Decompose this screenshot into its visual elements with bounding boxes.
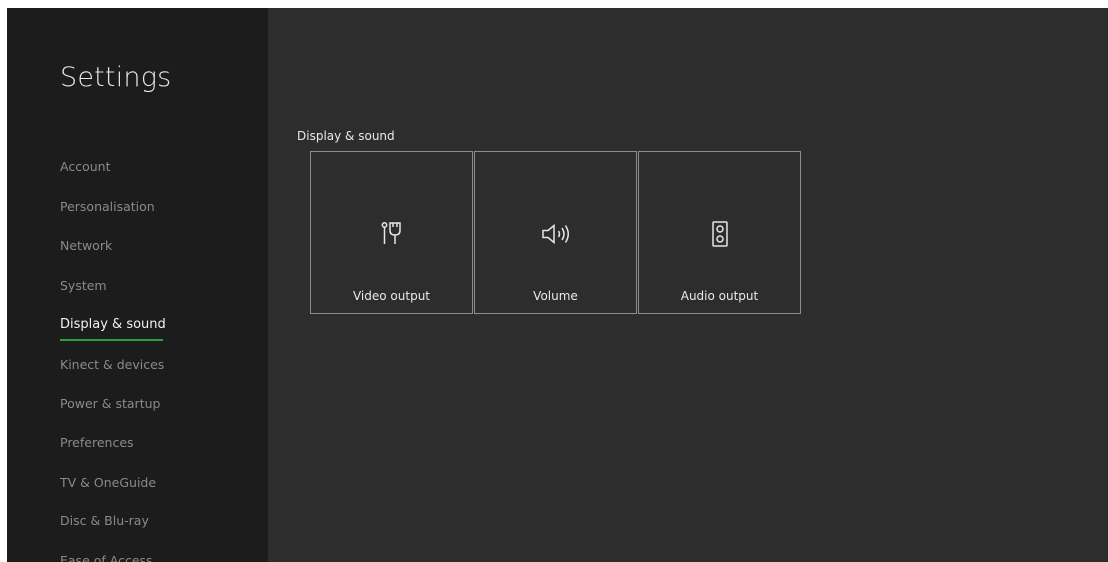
sidebar-item-power-startup[interactable]: Power & startup: [60, 396, 160, 411]
sidebar: Settings Account Personalisation Network…: [7, 8, 268, 562]
video-output-tile[interactable]: Video output: [310, 151, 473, 314]
sidebar-item-display-sound[interactable]: Display & sound: [60, 317, 166, 332]
sidebar-item-kinect-devices[interactable]: Kinect & devices: [60, 357, 164, 372]
sidebar-item-personalisation[interactable]: Personalisation: [60, 199, 155, 214]
sidebar-item-disc-bluray[interactable]: Disc & Blu-ray: [60, 513, 149, 528]
speaker-volume-icon: [475, 220, 636, 248]
sidebar-item-system[interactable]: System: [60, 278, 107, 293]
audio-speaker-icon: [639, 220, 800, 248]
sidebar-item-network[interactable]: Network: [60, 238, 112, 253]
sidebar-item-preferences[interactable]: Preferences: [60, 435, 134, 450]
settings-screen: Settings Account Personalisation Network…: [7, 8, 1108, 562]
sidebar-item-account[interactable]: Account: [60, 159, 110, 174]
section-heading: Display & sound: [297, 129, 395, 143]
sidebar-item-tv-oneguide[interactable]: TV & OneGuide: [60, 475, 156, 490]
audio-output-tile[interactable]: Audio output: [638, 151, 801, 314]
video-output-label: Video output: [352, 289, 430, 303]
selected-indicator: [60, 339, 163, 341]
page-title: Settings: [60, 62, 172, 93]
audio-output-label: Audio output: [680, 289, 759, 303]
volume-tile[interactable]: Volume: [474, 151, 637, 314]
video-cable-icon: [311, 220, 472, 248]
volume-label: Volume: [533, 289, 578, 303]
sidebar-item-ease-of-access[interactable]: Ease of Access: [60, 553, 153, 562]
